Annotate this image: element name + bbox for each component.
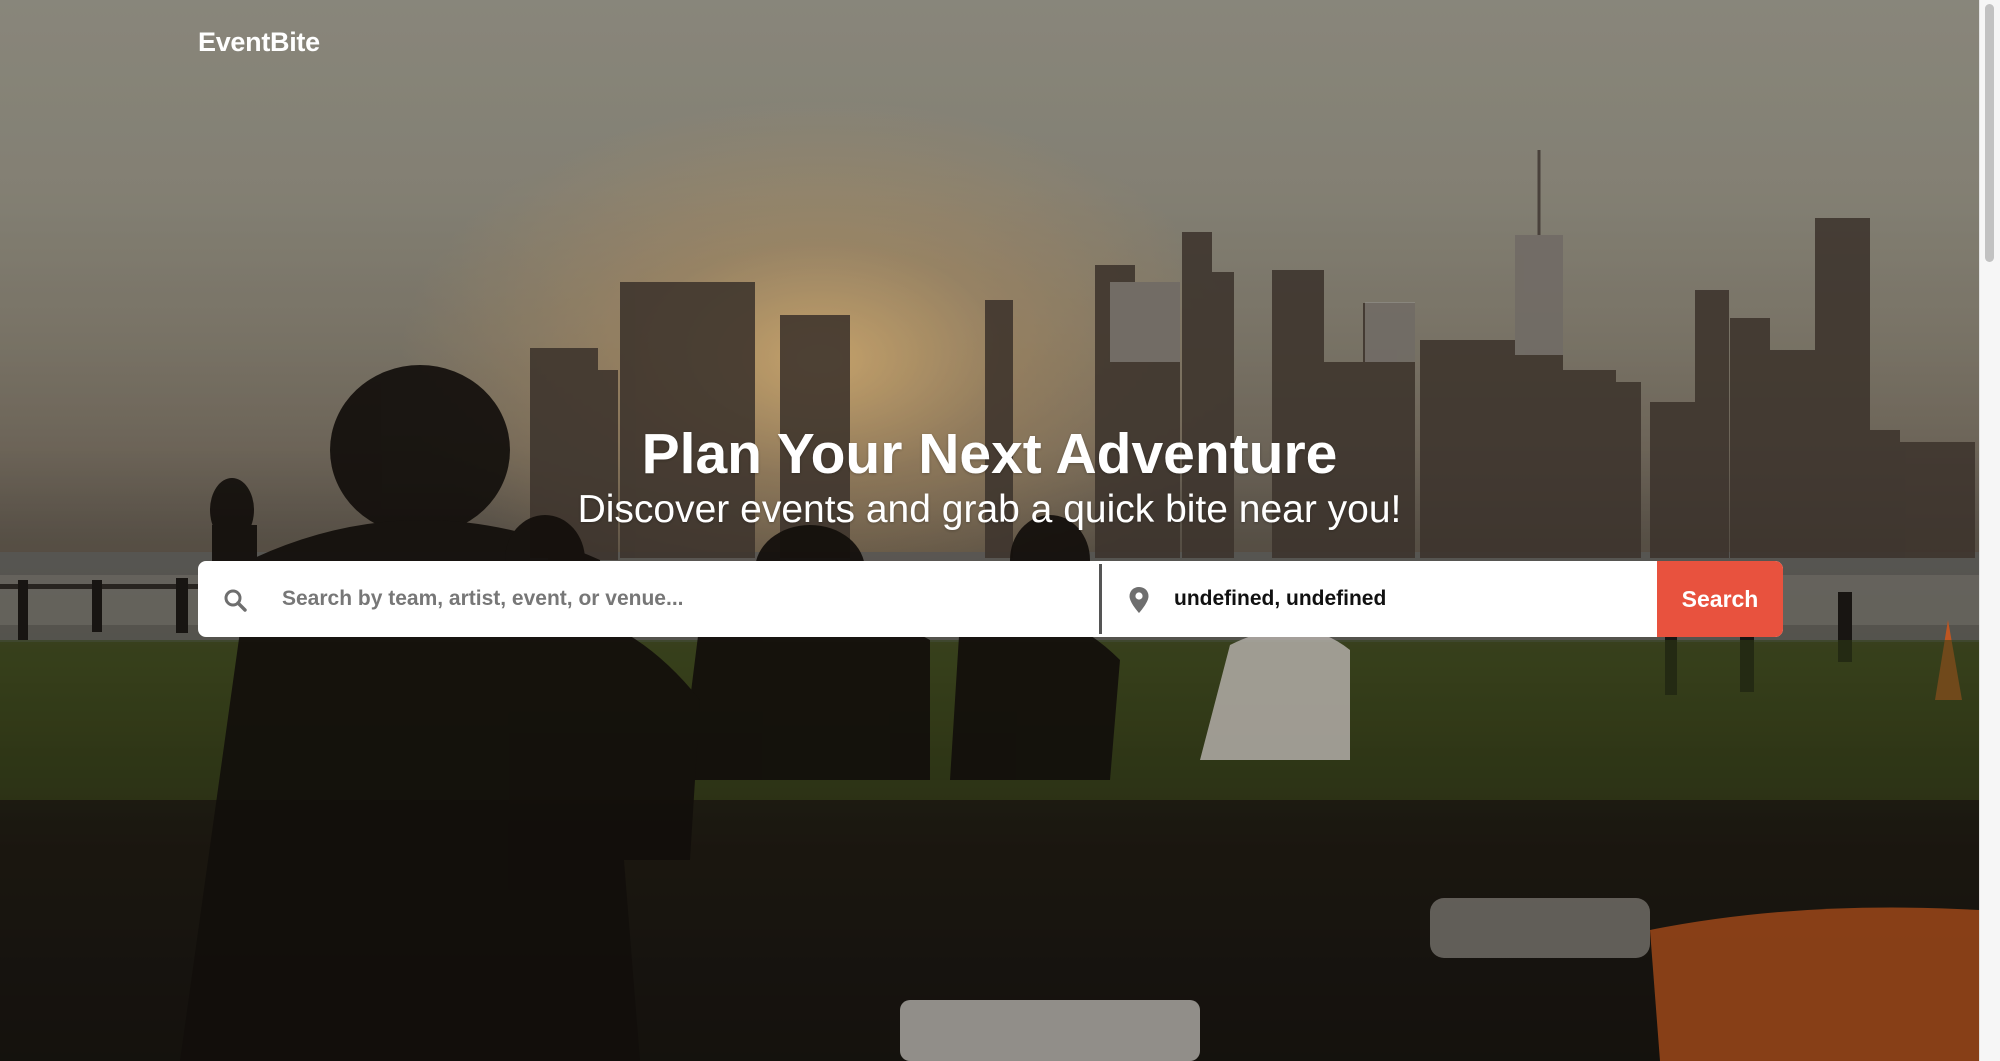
page-scrollbar[interactable] — [1979, 0, 2000, 1061]
scrollbar-thumb[interactable] — [1985, 4, 1994, 262]
event-search-input[interactable] — [282, 561, 1082, 637]
event-search-field[interactable] — [198, 561, 1099, 637]
location-input[interactable] — [1174, 561, 1644, 637]
hero-subtitle: Discover events and grab a quick bite ne… — [577, 488, 1402, 531]
search-button[interactable]: Search — [1657, 561, 1783, 637]
search-bar: Search — [198, 561, 1783, 637]
logo[interactable]: EventBite — [198, 27, 320, 58]
location-field[interactable] — [1102, 561, 1657, 637]
search-icon — [224, 589, 247, 612]
page: EventBite Plan Your Next Adventure Disco… — [0, 0, 2000, 1061]
map-pin-icon — [1129, 587, 1149, 613]
hero-title: Plan Your Next Adventure — [641, 422, 1338, 486]
